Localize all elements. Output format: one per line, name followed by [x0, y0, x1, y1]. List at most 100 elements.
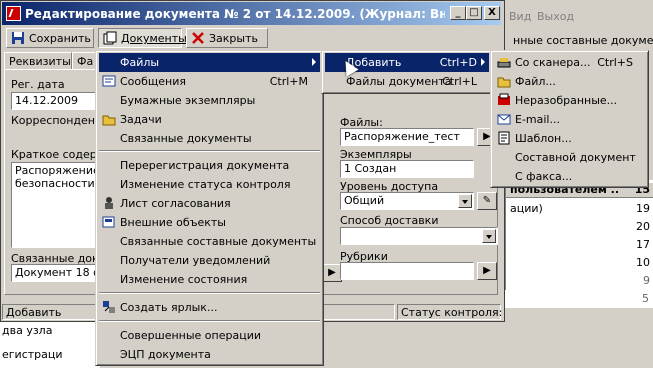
summary-line: Распоряжение о	[15, 164, 101, 177]
close-button[interactable]: Закрыть	[186, 28, 268, 48]
email-icon	[497, 114, 511, 125]
rubrics-button[interactable]: ▶	[477, 262, 497, 280]
save-label: Сохранить	[29, 32, 91, 45]
toolbar: Сохранить Документы Закрыть	[2, 27, 501, 51]
menu-item-messages[interactable]: Сообщения Ctrl+M	[99, 72, 320, 91]
menu-item-shortcut: Ctrl+L	[442, 75, 477, 88]
menu-item-tasks[interactable]: Задачи	[99, 110, 320, 129]
menu-item-linked-docs[interactable]: Связанные документы	[99, 129, 320, 148]
menu-item-performed-operations[interactable]: Совершенные операции	[99, 326, 320, 345]
background-table: пользователем .. 15 ации) 19 20 17 10 9	[505, 180, 653, 290]
folder-task-icon	[102, 115, 116, 126]
menu-item-approval-sheet[interactable]: Лист согласования	[99, 194, 320, 213]
menu-item-label: С факса...	[515, 170, 573, 183]
access-extra-button[interactable]: ✎	[477, 192, 497, 210]
table-row[interactable]: ации) 19	[506, 200, 653, 218]
close-label: Закрыть	[209, 32, 258, 45]
menu-view[interactable]: Вид	[509, 10, 531, 23]
unsorted-icon	[498, 93, 510, 105]
delivery-select[interactable]	[340, 227, 498, 245]
reg-date-value: 14.12.2009	[15, 94, 78, 107]
files-input[interactable]: Распоряжение_тест	[340, 128, 474, 146]
summary-line: безопасности	[15, 177, 95, 190]
table-row[interactable]: 9	[506, 272, 653, 290]
menu-item-label: Шаблон...	[515, 132, 572, 145]
menu-item-unsorted[interactable]: Неразобранные...	[494, 91, 645, 110]
table-row[interactable]: 5	[505, 290, 653, 308]
delivery-label: Способ доставки	[340, 214, 439, 227]
menu-item-label: E-mail...	[515, 113, 560, 126]
files-value: Распоряжение_тест	[344, 130, 460, 143]
table-row[interactable]: 17	[506, 236, 653, 254]
access-select[interactable]: Общий	[340, 192, 474, 210]
menu-item-notification-recipients[interactable]: Получатели уведомлений	[99, 251, 320, 270]
menu-item-from-fax[interactable]: С факса...	[494, 167, 645, 186]
reg-date-input[interactable]: 14.12.2009	[11, 92, 101, 110]
menu-item-digital-signature[interactable]: ЭЦП документа	[99, 345, 320, 364]
maximize-button[interactable]: □	[466, 6, 482, 20]
menu-item-files[interactable]: Файлы	[99, 53, 320, 72]
background-tab[interactable]: нные составные документы	[505, 32, 653, 50]
menu-item-paper-copies[interactable]: Бумажные экземпляры	[99, 91, 320, 110]
menu-item-label: Сообщения	[120, 75, 187, 88]
menu-separator	[99, 150, 320, 152]
cell: 20	[636, 220, 650, 233]
save-button[interactable]: Сохранить	[6, 28, 94, 48]
menu-item-linked-compound[interactable]: Связанные составные документы	[99, 232, 320, 251]
copies-input[interactable]: 1 Создан	[340, 160, 474, 178]
table-row[interactable]: 20	[506, 218, 653, 236]
menu-separator	[99, 292, 320, 294]
close-window-button[interactable]: X	[484, 6, 500, 20]
tree-item[interactable]: егистраци	[2, 348, 63, 361]
menu-item-email[interactable]: E-mail...	[494, 110, 645, 129]
menu-item-template[interactable]: Шаблон...	[494, 129, 645, 148]
title-bar[interactable]: Редактирование документа № 2 от 14.12.20…	[2, 2, 501, 25]
menu-item-external-objects[interactable]: Внешние объекты	[99, 213, 320, 232]
menu-item-create-shortcut[interactable]: Создать ярлык...	[99, 298, 320, 317]
menu-item-from-scanner[interactable]: Со сканера... Ctrl+S	[494, 53, 645, 72]
menu-item-compound-document[interactable]: Составной документ	[494, 148, 645, 167]
menu-item-file[interactable]: Файл...	[494, 72, 645, 91]
menu-item-label: Изменение статуса контроля	[120, 178, 291, 191]
file-icon	[497, 77, 511, 88]
menu-item-label: Бумажные экземпляры	[120, 94, 256, 107]
menu-item-label: Файлы документа	[346, 75, 452, 88]
tab-requisites[interactable]: Реквизиты	[4, 52, 72, 70]
documents-label: Документы	[121, 32, 187, 45]
menu-exit[interactable]: Выход	[537, 10, 574, 23]
menu-item-label: Лист согласования	[120, 197, 231, 210]
minimize-button[interactable]: _	[450, 6, 466, 20]
external-objects-icon	[102, 216, 115, 228]
add-submenu: Со сканера... Ctrl+S Файл... Неразобранны…	[490, 50, 649, 188]
menu-item-label: Неразобранные...	[515, 94, 618, 107]
menu-item-label: Перерегистрация документа	[120, 159, 290, 172]
chevron-down-icon[interactable]	[458, 194, 472, 208]
menu-item-shortcut: Ctrl+S	[597, 56, 633, 69]
documents-button[interactable]: Документы	[98, 28, 187, 48]
tree-item[interactable]: два узла	[2, 324, 52, 337]
menu-item-label: ЭЦП документа	[120, 348, 211, 361]
menu-item-shortcut: Ctrl+D	[439, 56, 477, 69]
cell: ации)	[510, 202, 543, 215]
menu-separator	[99, 320, 320, 322]
menu-item-reregistration[interactable]: Перерегистрация документа	[99, 156, 320, 175]
app-icon	[6, 6, 21, 21]
linked-docs-button[interactable]: ▶	[322, 264, 342, 282]
rubrics-input[interactable]	[340, 262, 474, 280]
floppy-icon	[12, 32, 24, 44]
status-control: Статус контроля:	[397, 304, 502, 320]
summary-textarea[interactable]: Распоряжение о безопасности	[11, 162, 101, 248]
menu-item-control-status[interactable]: Изменение статуса контроля	[99, 175, 320, 194]
menu-item-document-files[interactable]: Файлы документа Ctrl+L	[325, 72, 489, 91]
menu-item-label: Файлы	[120, 56, 160, 69]
table-row[interactable]: 10	[506, 254, 653, 272]
documents-icon	[103, 31, 117, 45]
linked-docs-input[interactable]: Документ 18 от	[11, 264, 101, 282]
menu-item-label: Связанные составные документы	[120, 235, 317, 248]
menu-item-label: Составной документ	[515, 151, 636, 164]
chevron-down-icon[interactable]	[482, 229, 496, 243]
menu-item-state-change[interactable]: Изменение состояния	[99, 270, 320, 289]
background-menubar: Вид Выход	[505, 0, 653, 32]
copies-value: 1 Создан	[344, 162, 397, 175]
menu-item-label: Совершенные операции	[120, 329, 262, 342]
